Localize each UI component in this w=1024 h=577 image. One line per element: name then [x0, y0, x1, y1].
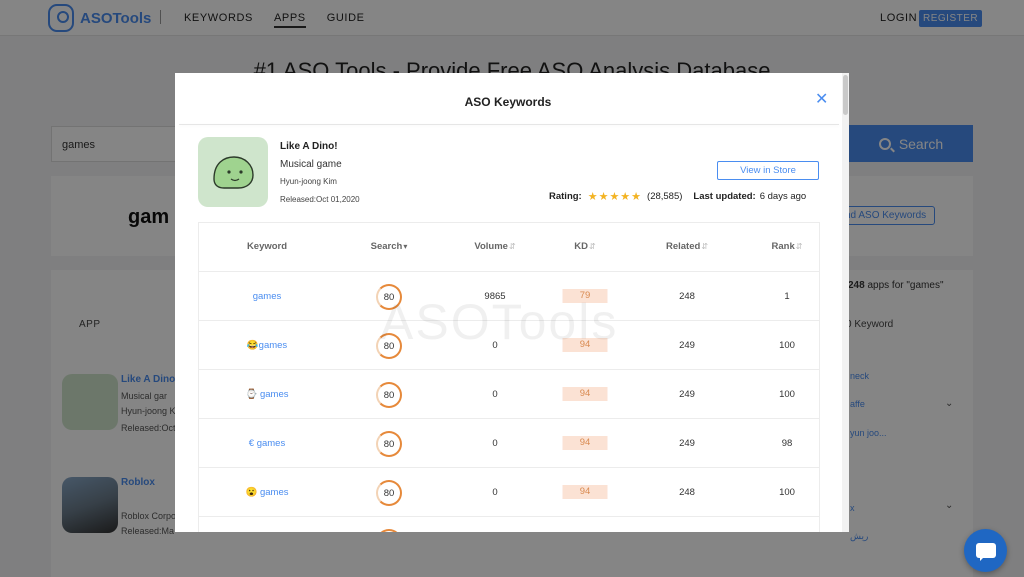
- sort-icon: ⇵: [589, 242, 596, 251]
- chat-button[interactable]: [964, 529, 1007, 572]
- header-rank-label: Rank: [771, 241, 795, 252]
- related-value: 249: [679, 389, 695, 400]
- app-genre: Musical game: [280, 159, 342, 170]
- related-value: 249: [679, 438, 695, 449]
- kd-badge: 79: [562, 289, 608, 303]
- rank-value: 98: [781, 438, 793, 449]
- keyword-link[interactable]: 😮 games: [246, 487, 289, 498]
- view-in-store-button[interactable]: View in Store: [717, 161, 819, 180]
- sort-desc-icon: ▾: [403, 242, 408, 251]
- rank-value: 1: [784, 291, 790, 302]
- close-icon[interactable]: ✕: [815, 89, 828, 109]
- header-search-label: Search: [370, 241, 403, 252]
- last-updated-value: 6 days ago: [759, 191, 807, 202]
- kd-badge: 94: [562, 436, 608, 450]
- volume-value: 0: [492, 487, 498, 498]
- chat-icon: [975, 543, 996, 561]
- search-score-ring: 80: [376, 333, 402, 359]
- dino-icon: [213, 156, 254, 189]
- rank-value: 100: [779, 487, 795, 498]
- sort-icon: ⇵: [508, 242, 516, 251]
- rating-stars: ★★★★★: [587, 191, 643, 203]
- volume-value: 0: [492, 340, 498, 351]
- table-row: € games 80 0 94 249 98: [199, 419, 819, 468]
- kd-badge: 94: [562, 387, 608, 401]
- scrollbar-thumb[interactable]: [843, 75, 848, 115]
- search-score-ring: 80: [376, 529, 402, 532]
- keyword-link[interactable]: games: [253, 291, 282, 302]
- rank-value: 100: [779, 389, 795, 400]
- rank-value: 100: [779, 340, 795, 351]
- rating-count: (28,585): [647, 191, 683, 202]
- table-row: games 80 9865 79 248 1: [199, 272, 819, 321]
- sort-icon: ⇵: [795, 242, 803, 251]
- kd-badge: 94: [562, 485, 608, 499]
- header-related-label: Related: [665, 241, 701, 252]
- keywords-table: Keyword Search▾ Volume⇵ KD⇵ Related⇵ Ran…: [198, 222, 820, 532]
- table-header: Keyword Search▾ Volume⇵ KD⇵ Related⇵ Ran…: [199, 223, 819, 272]
- keyword-link[interactable]: 😂games: [247, 340, 287, 351]
- search-score-ring: 80: [376, 431, 402, 457]
- last-updated-label: Last updated:: [693, 191, 756, 202]
- volume-value: 0: [492, 389, 498, 400]
- header-related[interactable]: Related⇵: [666, 241, 708, 252]
- rating-label: Rating:: [549, 191, 582, 202]
- search-score-ring: 80: [376, 382, 402, 408]
- header-volume[interactable]: Volume⇵: [474, 241, 515, 252]
- related-value: 249: [679, 340, 695, 351]
- keyword-link[interactable]: ⌚ games: [246, 389, 289, 400]
- search-score-ring: 80: [376, 480, 402, 506]
- aso-keywords-modal: ASO Keywords ✕ Like A Dino! Musical game…: [175, 73, 849, 532]
- related-value: 248: [679, 291, 695, 302]
- keyword-link[interactable]: € games: [249, 438, 285, 449]
- volume-value: 9865: [484, 291, 506, 302]
- header-keyword-label: Keyword: [246, 241, 288, 252]
- related-value: 248: [679, 487, 695, 498]
- header-kd-label: KD: [574, 241, 589, 252]
- rating-row: Rating: ★★★★★ (28,585) Last updated: 6 d…: [549, 190, 806, 203]
- kd-badge: 94: [562, 338, 608, 352]
- table-row: 😮 games 80 0 94 248 100: [199, 468, 819, 517]
- modal-divider: [179, 124, 839, 125]
- header-keyword[interactable]: Keyword: [247, 241, 287, 252]
- app-developer: Hyun-joong Kim: [280, 177, 337, 186]
- app-name: Like A Dino!: [280, 141, 338, 152]
- table-row: 😂games 80 0 94 249 100: [199, 321, 819, 370]
- sort-icon: ⇵: [701, 242, 709, 251]
- table-row: 80: [199, 517, 819, 532]
- header-search[interactable]: Search▾: [371, 241, 408, 252]
- app-icon: [198, 137, 268, 207]
- header-volume-label: Volume: [474, 241, 508, 252]
- header-rank[interactable]: Rank⇵: [772, 241, 803, 252]
- modal-title: ASO Keywords: [464, 95, 552, 109]
- volume-value: 0: [492, 438, 498, 449]
- modal-scrollbar[interactable]: [842, 73, 849, 532]
- app-release-date: Released:Oct 01,2020: [280, 195, 360, 204]
- header-kd[interactable]: KD⇵: [574, 241, 595, 252]
- table-row: ⌚ games 80 0 94 249 100: [199, 370, 819, 419]
- search-score-ring: 80: [376, 284, 402, 310]
